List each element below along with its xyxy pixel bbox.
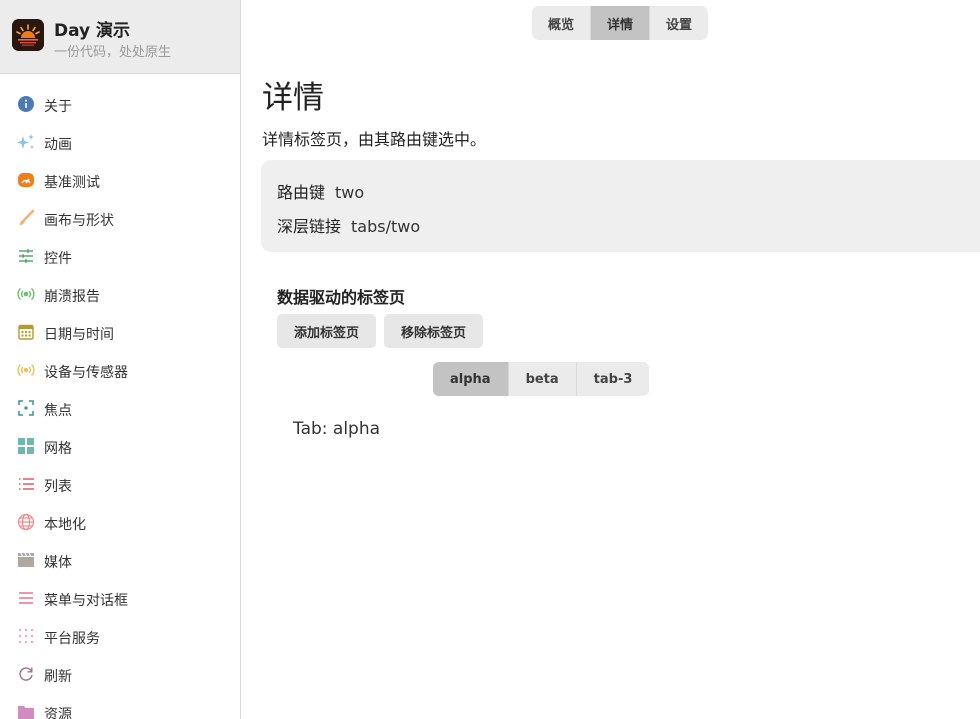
sidebar-header: Day 演示 一份代码，处处原生 xyxy=(0,0,240,74)
sidebar-item-grid[interactable]: 网格 xyxy=(0,427,240,465)
sidebar-item-label: 控件 xyxy=(44,251,72,267)
app-window: Day 演示 一份代码，处处原生 关于 动画 基准测试 画布与形状 控件 崩溃报… xyxy=(0,0,980,719)
sidebar-item-date-time[interactable]: 日期与时间 xyxy=(0,313,240,351)
data-tab-bar: alpha beta tab-3 xyxy=(433,362,650,396)
app-title: Day 演示 xyxy=(54,21,131,41)
route-key-value: two xyxy=(335,183,365,202)
clapperboard-icon xyxy=(16,551,36,569)
sidebar-item-label: 列表 xyxy=(44,479,72,495)
sidebar-item-canvas[interactable]: 画布与形状 xyxy=(0,199,240,237)
sidebar-item-benchmark[interactable]: 基准测试 xyxy=(0,161,240,199)
dots-grid-icon xyxy=(16,627,36,645)
sidebar-item-label: 菜单与对话框 xyxy=(44,593,128,609)
sidebar-item-controls[interactable]: 控件 xyxy=(0,237,240,275)
page-title: 详情 xyxy=(262,80,324,116)
app-logo-icon xyxy=(12,19,44,51)
sidebar-item-label: 媒体 xyxy=(44,555,72,571)
sidebar-item-animation[interactable]: 动画 xyxy=(0,123,240,161)
deep-link-label: 深层链接 xyxy=(277,217,342,236)
remove-tab-button[interactable]: 移除标签页 xyxy=(384,314,484,348)
top-tab-bar: 概览 详情 设置 xyxy=(532,6,709,40)
tab-alpha[interactable]: alpha xyxy=(433,362,508,396)
sidebar-item-label: 平台服务 xyxy=(44,631,100,647)
tab-settings[interactable]: 设置 xyxy=(649,6,708,40)
sidebar-item-devices-sensors[interactable]: 设备与传感器 xyxy=(0,351,240,389)
sidebar-item-label: 网格 xyxy=(44,441,72,457)
tab-tab-3[interactable]: tab-3 xyxy=(575,362,650,396)
sidebar-item-resources[interactable]: 资源 xyxy=(0,693,240,719)
refresh-icon xyxy=(16,665,36,683)
sidebar-item-label: 资源 xyxy=(44,707,72,719)
sidebar-item-menus-dialogs[interactable]: 菜单与对话框 xyxy=(0,579,240,617)
sidebar-item-platform-services[interactable]: 平台服务 xyxy=(0,617,240,655)
sidebar-item-label: 刷新 xyxy=(44,669,72,685)
paintbrush-icon xyxy=(16,209,36,227)
sidebar-item-label: 焦点 xyxy=(44,403,72,419)
data-tabs-section-title: 数据驱动的标签页 xyxy=(277,288,406,307)
info-icon xyxy=(16,95,36,113)
sidebar-item-label: 崩溃报告 xyxy=(44,289,100,305)
page-description: 详情标签页，由其路由键选中。 xyxy=(262,130,487,149)
sidebar-item-label: 日期与时间 xyxy=(44,327,114,343)
sidebar-item-list[interactable]: 列表 xyxy=(0,465,240,503)
calendar-icon xyxy=(16,323,36,341)
globe-icon xyxy=(16,513,36,531)
sidebar-item-localization[interactable]: 本地化 xyxy=(0,503,240,541)
folder-icon xyxy=(16,703,36,719)
sidebar-item-label: 动画 xyxy=(44,137,72,153)
focus-icon xyxy=(16,399,36,417)
grid-icon xyxy=(16,437,36,455)
sidebar: Day 演示 一份代码，处处原生 关于 动画 基准测试 画布与形状 控件 崩溃报… xyxy=(0,0,241,719)
sensor-icon xyxy=(16,361,36,379)
sidebar-item-about[interactable]: 关于 xyxy=(0,85,240,123)
menu-icon xyxy=(16,589,36,607)
sidebar-item-media[interactable]: 媒体 xyxy=(0,541,240,579)
sidebar-item-label: 基准测试 xyxy=(44,175,100,191)
sidebar-item-focus[interactable]: 焦点 xyxy=(0,389,240,427)
sidebar-item-label: 设备与传感器 xyxy=(44,365,128,381)
sidebar-nav: 关于 动画 基准测试 画布与形状 控件 崩溃报告 日期与时间 设备与传感器 焦点… xyxy=(0,85,240,719)
deep-link-row: 深层链接 tabs/two xyxy=(277,213,420,237)
list-icon xyxy=(16,475,36,493)
sliders-icon xyxy=(16,247,36,265)
speedometer-icon xyxy=(16,171,36,189)
sidebar-item-label: 本地化 xyxy=(44,517,86,533)
route-key-label: 路由键 xyxy=(277,183,326,202)
add-tab-button[interactable]: 添加标签页 xyxy=(277,314,377,348)
sidebar-item-label: 关于 xyxy=(44,99,72,115)
route-info-box: 路由键 two 深层链接 tabs/two xyxy=(261,160,980,252)
tab-overview[interactable]: 概览 xyxy=(532,6,590,40)
sidebar-item-label: 画布与形状 xyxy=(44,213,114,229)
tab-details[interactable]: 详情 xyxy=(590,6,650,40)
route-key-row: 路由键 two xyxy=(277,179,364,203)
deep-link-value: tabs/two xyxy=(351,217,421,236)
app-subtitle: 一份代码，处处原生 xyxy=(54,45,172,60)
sidebar-item-crash-report[interactable]: 崩溃报告 xyxy=(0,275,240,313)
main-content: 概览 详情 设置 详情 详情标签页，由其路由键选中。 路由键 two 深层链接 ta… xyxy=(241,0,980,719)
broadcast-icon xyxy=(16,285,36,303)
tab-content-text: Tab: alpha xyxy=(293,419,381,439)
sparkles-icon xyxy=(16,133,36,151)
sidebar-item-refresh[interactable]: 刷新 xyxy=(0,655,240,693)
tab-beta[interactable]: beta xyxy=(507,362,576,396)
